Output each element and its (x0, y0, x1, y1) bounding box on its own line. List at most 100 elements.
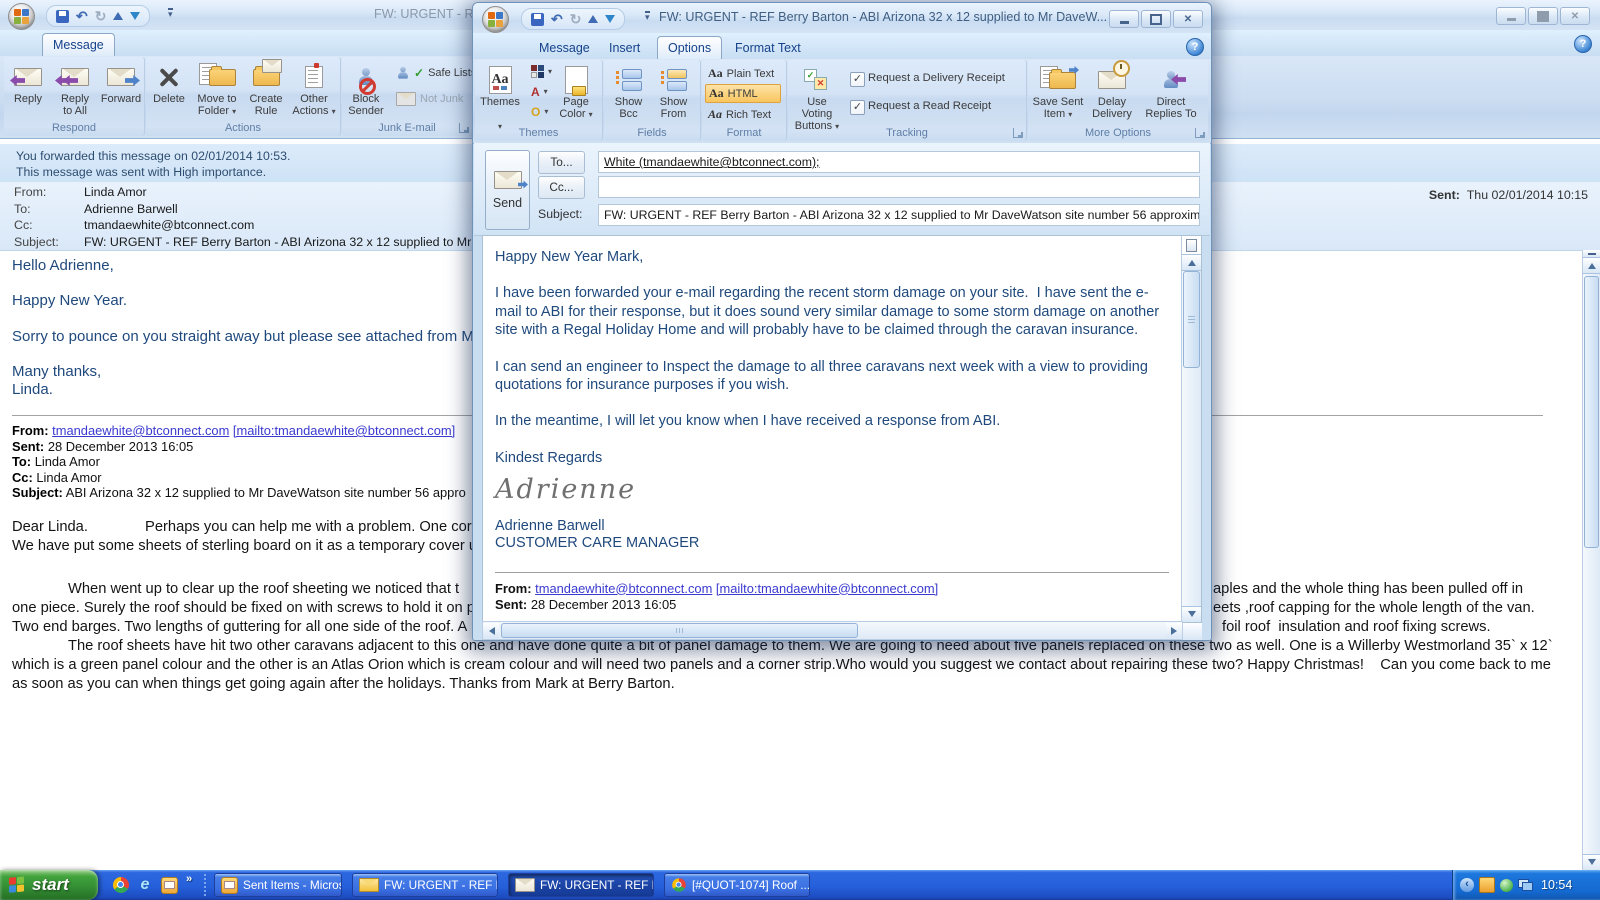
back-vertical-scrollbar[interactable] (1582, 250, 1600, 870)
office-button[interactable] (8, 3, 35, 30)
show-bcc-button[interactable]: Show Bcc (607, 61, 650, 120)
save-icon[interactable] (531, 12, 544, 26)
office-button[interactable] (482, 6, 509, 33)
restore-button[interactable] (1528, 7, 1558, 25)
direct-replies-icon (1164, 64, 1186, 96)
minimize-button[interactable] (1109, 10, 1139, 28)
junk-dialog-launcher-icon[interactable] (459, 123, 469, 133)
scroll-right-button[interactable] (1166, 623, 1182, 638)
splitter-handle[interactable] (1583, 250, 1600, 258)
html-button[interactable]: Aa HTML (705, 84, 781, 103)
quicklaunch-internet-explorer-icon[interactable]: e (136, 876, 154, 894)
taskbar-item-message-compose[interactable]: FW: URGENT - REF B... (508, 873, 654, 897)
block-sender-button[interactable]: Block Sender (344, 58, 388, 117)
tray-outlook-reminder-icon[interactable] (1479, 877, 1495, 893)
delivery-receipt-checkbox[interactable]: ✓ (850, 72, 865, 87)
ruler-toggle-button[interactable] (1182, 236, 1201, 255)
customize-qat-icon[interactable]: ▾ (645, 11, 650, 22)
chrome-icon (672, 878, 686, 892)
page-color-button[interactable]: Page Color ▾ (553, 61, 599, 120)
next-item-icon[interactable] (605, 15, 616, 23)
tab-message[interactable]: Message (42, 33, 115, 57)
previous-item-icon[interactable] (588, 15, 599, 23)
read-receipt-label: Request a Read Receipt (868, 100, 992, 112)
front-titlebar[interactable]: ↶ ↻ ▾ FW: URGENT - REF Berry Barton - AB… (473, 3, 1211, 34)
to-button[interactable]: To... (538, 151, 585, 174)
compose-body[interactable]: Happy New Year Mark, I have been forward… (482, 235, 1202, 623)
minimize-button[interactable] (1496, 7, 1526, 25)
tracking-dialog-launcher-icon[interactable] (1013, 128, 1023, 138)
move-to-folder-button[interactable]: Move to Folder ▾ (192, 58, 242, 117)
scroll-thumb[interactable] (1183, 271, 1200, 368)
direct-replies-to-button[interactable]: Direct Replies To (1140, 61, 1202, 120)
quote-divider (495, 571, 1169, 573)
scroll-up-button[interactable] (1182, 255, 1201, 271)
delete-button[interactable]: Delete (148, 58, 190, 105)
group-fields: Show Bcc Show From Fields (604, 60, 701, 141)
rich-text-button[interactable]: Aa Rich Text (705, 105, 784, 124)
help-icon[interactable]: ? (1186, 38, 1204, 56)
redo-icon[interactable]: ↻ (570, 12, 582, 26)
close-button[interactable]: ✕ (1173, 10, 1203, 28)
use-voting-buttons-button[interactable]: ✓ ✕ Use Voting Buttons ▾ (791, 61, 843, 132)
mailto-link[interactable]: [mailto:tmandaewhite@btconnect.com] (233, 423, 455, 438)
reply-to-all-button[interactable]: Reply to All (52, 58, 98, 117)
close-button[interactable]: ✕ (1560, 7, 1590, 25)
mailto-link[interactable]: [mailto:tmandaewhite@btconnect.com] (716, 581, 938, 596)
scroll-down-button[interactable] (1583, 854, 1600, 870)
start-button[interactable]: start (0, 870, 98, 900)
undo-icon[interactable]: ↶ (76, 9, 88, 23)
scroll-up-button[interactable] (1583, 258, 1600, 274)
themes-button[interactable]: Aa Themes ▾ (477, 61, 523, 132)
other-actions-button[interactable]: Other Actions ▾ (290, 58, 338, 117)
maximize-button[interactable] (1141, 10, 1171, 28)
quicklaunch-outlook-icon[interactable] (160, 876, 178, 894)
undo-icon[interactable]: ↶ (551, 12, 563, 26)
scroll-thumb[interactable] (501, 623, 858, 638)
quicklaunch-overflow-icon[interactable]: » (186, 873, 192, 885)
not-junk-button[interactable]: Not Junk (392, 89, 467, 108)
customize-qat-icon[interactable]: ▾ (168, 8, 173, 19)
send-button[interactable]: Send (485, 150, 530, 230)
recipient-chip[interactable]: White (tmandaewhite@btconnect.com); (604, 155, 819, 169)
compose-horizontal-scrollbar[interactable] (482, 621, 1183, 640)
tray-network-icon[interactable] (1518, 879, 1533, 891)
more-options-dialog-launcher-icon[interactable] (1195, 128, 1205, 138)
redo-icon[interactable]: ↻ (95, 9, 107, 23)
page-color-icon (564, 64, 588, 96)
tab-message[interactable]: Message (529, 37, 600, 59)
quicklaunch-chrome-icon[interactable] (112, 876, 130, 894)
scroll-left-button[interactable] (483, 623, 499, 638)
reply-button[interactable]: Reply (6, 58, 50, 105)
subject-field[interactable]: FW: URGENT - REF Berry Barton - ABI Ariz… (598, 204, 1200, 226)
delay-delivery-button[interactable]: Delay Delivery (1088, 60, 1136, 120)
tab-insert[interactable]: Insert (599, 37, 650, 59)
previous-item-icon[interactable] (113, 12, 124, 20)
cc-field[interactable] (598, 176, 1200, 198)
next-item-icon[interactable] (130, 12, 141, 20)
tab-format-text[interactable]: Format Text (725, 37, 811, 59)
save-sent-item-button[interactable]: Save Sent Item ▾ (1030, 61, 1086, 120)
tray-collapse-icon[interactable]: ‹ (1460, 878, 1474, 892)
email-link[interactable]: tmandaewhite@btconnect.com (535, 581, 712, 596)
to-field[interactable]: White (tmandaewhite@btconnect.com); (598, 151, 1200, 173)
email-link[interactable]: tmandaewhite@btconnect.com (52, 423, 229, 438)
show-from-button[interactable]: Show From (652, 61, 695, 120)
read-receipt-checkbox[interactable]: ✓ (850, 100, 865, 115)
tray-status-icon[interactable] (1500, 878, 1513, 892)
scroll-thumb[interactable] (1584, 276, 1599, 548)
taskbar-item-sent-items[interactable]: Sent Items - Microsof... (214, 873, 342, 897)
forward-button[interactable]: Forward (100, 58, 142, 105)
compose-vertical-scrollbar[interactable] (1181, 236, 1201, 622)
body-line: as soon as you can when things get going… (12, 676, 675, 692)
block-sender-icon (359, 61, 376, 95)
taskbar-item-message-read[interactable]: FW: URGENT - REF B... (352, 873, 498, 897)
help-icon[interactable]: ? (1574, 35, 1592, 53)
cc-button[interactable]: Cc... (538, 176, 585, 199)
tab-options[interactable]: Options (657, 36, 723, 60)
scroll-down-button[interactable] (1182, 606, 1201, 622)
save-icon[interactable] (56, 9, 69, 23)
taskbar-item-browser-quote[interactable]: [#QUOT-1074] Roof ... (664, 873, 810, 897)
plain-text-button[interactable]: Aa Plain Text (705, 64, 784, 83)
create-rule-button[interactable]: Create Rule (244, 58, 288, 117)
